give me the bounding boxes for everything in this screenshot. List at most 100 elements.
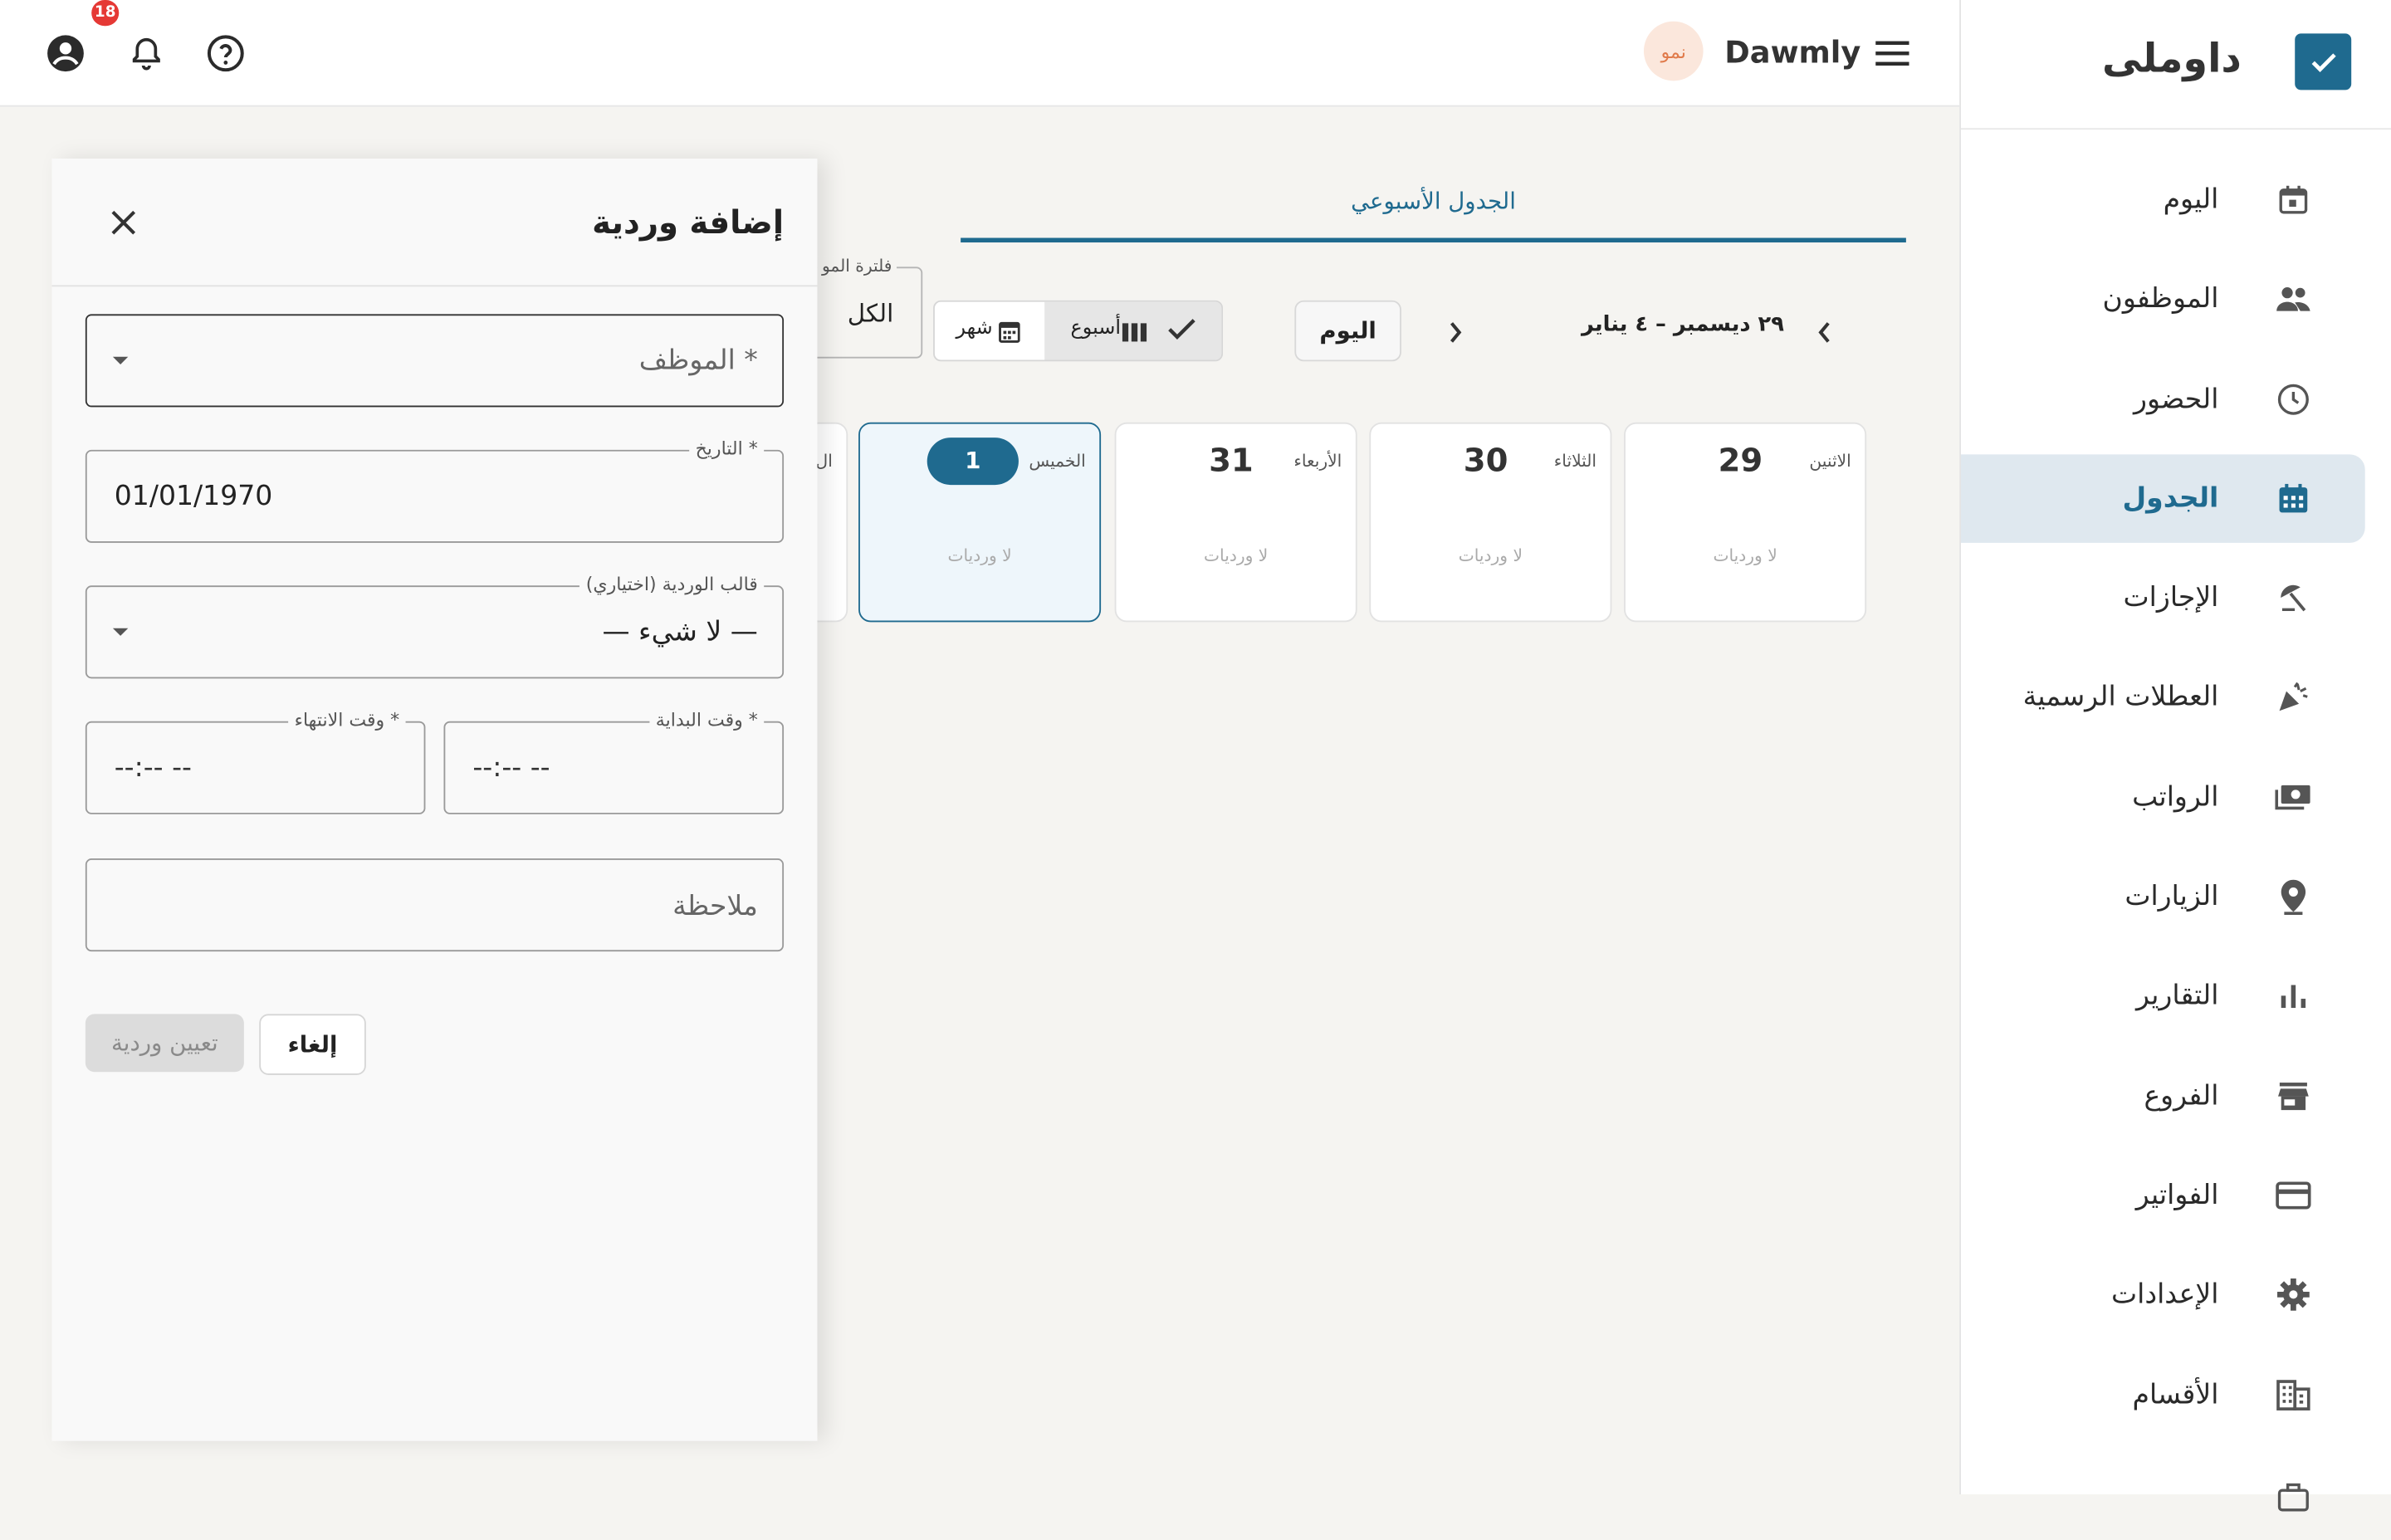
day-number: 29: [1718, 442, 1763, 479]
location-pin-icon: [2274, 877, 2314, 917]
sidebar-item-schedule[interactable]: الجدول: [1960, 454, 2365, 543]
sidebar-item-reports[interactable]: التقارير: [1961, 951, 2365, 1040]
tab-label: الجدول الأسبوعي: [1351, 187, 1516, 215]
sidebar-item-label: الزيارات: [2125, 880, 2219, 913]
filter-label: فلترة المو: [817, 256, 897, 276]
day-name: الاثنين: [1809, 451, 1851, 472]
sidebar-item-label: الرواتب: [2132, 781, 2219, 814]
close-icon[interactable]: [108, 208, 139, 244]
people-icon: [2274, 279, 2314, 319]
credit-card-icon: [2274, 1176, 2314, 1215]
end-time-label: وقت الانتهاء *: [288, 709, 406, 731]
cancel-button[interactable]: إلغاء: [259, 1014, 366, 1075]
sidebar-item-label: الحضور: [2134, 383, 2219, 416]
clock-icon: [2274, 379, 2314, 419]
view-week-label: أسبوع: [1070, 317, 1121, 340]
today-button[interactable]: اليوم: [1294, 300, 1401, 362]
chevron-down-icon: [112, 356, 129, 364]
shift-template-select[interactable]: قالب الوردية (اختياري) — لا شيء —: [85, 573, 785, 679]
bar-chart-icon: [2274, 975, 2314, 1015]
date-range: ٢٩ ديسمبر – ٤ يناير: [1581, 312, 1784, 337]
prev-week-button[interactable]: [1804, 311, 1846, 354]
sidebar-item-visits[interactable]: الزيارات: [1961, 853, 2365, 941]
day-name: ال: [815, 451, 833, 472]
day-name: الخميس: [1029, 451, 1086, 472]
store-icon: [2274, 1077, 2314, 1117]
sidebar-item-label: العطلات الرسمية: [2022, 681, 2219, 713]
sidebar-item-label: التقارير: [2135, 980, 2219, 1012]
view-month-label: شهر: [956, 317, 993, 340]
check-icon: [1166, 317, 1197, 348]
sidebar-item-payroll[interactable]: الرواتب: [1961, 753, 2365, 842]
sidebar-item-branches[interactable]: الفروع: [1961, 1052, 2365, 1141]
day-card-wednesday[interactable]: الأربعاء 31 لا ورديات: [1114, 422, 1357, 623]
beach-umbrella-icon: [2274, 578, 2314, 618]
sidebar-item-label: الإجازات: [2123, 581, 2219, 614]
sidebar-item-invoices[interactable]: الفواتير: [1961, 1151, 2365, 1240]
building-icon: [2274, 1376, 2314, 1415]
bell-icon[interactable]: [125, 32, 168, 75]
view-month-button[interactable]: شهر: [935, 302, 1044, 360]
celebration-icon: [2274, 677, 2314, 716]
view-week-button[interactable]: أسبوع: [1044, 301, 1222, 360]
add-shift-drawer: إضافة وردية الموظف * التاريخ * 01/01/197…: [51, 159, 818, 1441]
no-shifts-text: لا ورديات: [1458, 545, 1523, 566]
account-icon[interactable]: [44, 32, 86, 75]
day-number: 30: [1463, 442, 1508, 479]
filter-value: الكل: [847, 298, 894, 328]
drawer-title: إضافة وردية: [592, 204, 785, 242]
sidebar-item-label: الموظفون: [2102, 282, 2219, 315]
end-time-field[interactable]: وقت الانتهاء * --:-- --: [85, 709, 426, 814]
avatar[interactable]: نمو: [1643, 21, 1704, 81]
sidebar-item-attendance[interactable]: الحضور: [1961, 355, 2365, 444]
day-card-tuesday[interactable]: الثلاثاء 30 لا ورديات: [1369, 422, 1612, 623]
sidebar-item-more[interactable]: [1961, 1452, 2365, 1540]
app-title: داوملى: [2102, 37, 2242, 83]
gear-icon: [2274, 1274, 2314, 1314]
sidebar-item-employees[interactable]: الموظفون: [1961, 255, 2365, 344]
sidebar-item-label: الفروع: [2144, 1080, 2219, 1112]
menu-icon[interactable]: [1871, 32, 1914, 75]
briefcase-icon: [2274, 1478, 2314, 1518]
sidebar-item-label: الأقسام: [2132, 1379, 2219, 1411]
sidebar-item-leaves[interactable]: الإجازات: [1961, 554, 2365, 643]
drawer-header: إضافة وردية: [51, 159, 818, 287]
day-name: الثلاثاء: [1553, 451, 1597, 472]
date-field[interactable]: التاريخ * 01/01/1970: [85, 438, 785, 543]
week-view-icon: [1122, 320, 1147, 350]
sidebar: داوملى اليوم الموظفون الحضور الجدول الإج…: [1959, 0, 2391, 1512]
assign-shift-button[interactable]: تعيين وردية: [85, 1014, 244, 1073]
day-card-monday[interactable]: الاثنين 29 لا ورديات: [1624, 422, 1867, 623]
today-number-badge: 1: [927, 438, 1019, 486]
help-icon[interactable]: [204, 32, 247, 75]
note-field[interactable]: ملاحظة: [85, 858, 785, 952]
date-label: التاريخ *: [689, 438, 765, 459]
sidebar-item-label: الإعدادات: [2111, 1278, 2219, 1311]
top-bar: 18 نمو Dawmly: [0, 0, 1960, 107]
end-time-value: --:-- --: [114, 751, 192, 785]
calendar-month-icon: [999, 320, 1020, 350]
calendar-grid-icon: [2274, 479, 2314, 519]
sidebar-item-label: الفواتير: [2135, 1179, 2219, 1212]
next-week-button[interactable]: [1433, 311, 1475, 354]
sidebar-item-label: اليوم: [2163, 183, 2219, 216]
brand-name: Dawmly: [1724, 33, 1861, 71]
employee-select[interactable]: الموظف *: [85, 314, 785, 408]
day-card-thursday-today[interactable]: الخميس 1 لا ورديات: [858, 422, 1102, 623]
sidebar-item-today[interactable]: اليوم: [1961, 155, 2365, 244]
tab-weekly-schedule[interactable]: الجدول الأسبوعي: [961, 171, 1906, 243]
sidebar-item-settings[interactable]: الإعدادات: [1961, 1250, 2365, 1339]
sidebar-header: داوملى: [1960, 0, 2391, 130]
start-time-label: وقت البداية *: [649, 709, 765, 731]
sidebar-item-departments[interactable]: الأقسام: [1961, 1351, 2365, 1440]
view-toggle: أسبوع شهر: [933, 300, 1224, 362]
no-shifts-text: لا ورديات: [1204, 545, 1269, 566]
no-shifts-text: لا ورديات: [947, 545, 1012, 566]
start-time-field[interactable]: وقت البداية * --:-- --: [443, 709, 785, 814]
notification-badge: 18: [91, 0, 120, 27]
sidebar-item-label: الجدول: [2122, 482, 2219, 515]
start-time-value: --:-- --: [472, 751, 550, 785]
calendar-today-icon: [2274, 180, 2314, 220]
sidebar-item-holidays[interactable]: العطلات الرسمية: [1961, 653, 2365, 741]
template-label: قالب الوردية (اختياري): [579, 573, 765, 595]
